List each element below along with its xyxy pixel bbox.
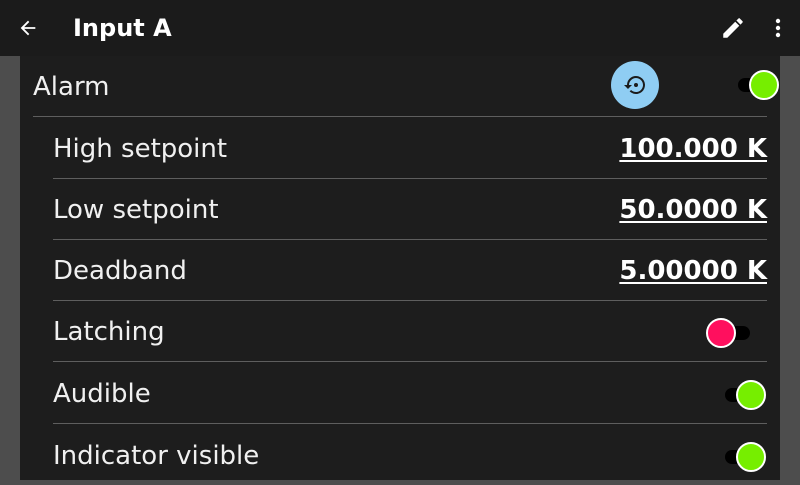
indicator-visible-label: Indicator visible (53, 441, 260, 471)
arrow-left-icon (20, 20, 36, 36)
low-setpoint-label: Low setpoint (53, 195, 219, 225)
alarm-settings-panel: Alarm High setpoint 100.000 K Low setpoi… (20, 56, 780, 480)
setting-row-high-setpoint[interactable]: High setpoint 100.000 K (53, 117, 767, 179)
toggle-knob (749, 70, 779, 100)
setting-row-deadband[interactable]: Deadband 5.00000 K (53, 239, 767, 301)
audible-label: Audible (53, 379, 151, 409)
setting-row-indicator-visible: Indicator visible (53, 424, 767, 485)
pencil-icon (723, 18, 743, 38)
app-bar: Input A (0, 0, 800, 56)
alarm-row: Alarm (33, 56, 779, 117)
reset-alarm-button[interactable] (611, 61, 659, 109)
setting-row-low-setpoint[interactable]: Low setpoint 50.0000 K (53, 178, 767, 240)
page-title: Input A (73, 14, 172, 42)
high-setpoint-value[interactable]: 100.000 K (619, 132, 767, 166)
setting-row-latching: Latching (53, 300, 767, 362)
edit-button[interactable] (719, 14, 747, 42)
low-setpoint-value[interactable]: 50.0000 K (619, 193, 767, 227)
deadband-value[interactable]: 5.00000 K (619, 254, 767, 288)
back-button[interactable] (14, 14, 42, 42)
indicator-visible-toggle[interactable] (713, 440, 767, 474)
toggle-knob (736, 442, 766, 472)
latching-toggle[interactable] (706, 316, 760, 350)
toggle-knob (706, 318, 736, 348)
alarm-toggle[interactable] (726, 68, 780, 102)
high-setpoint-label: High setpoint (53, 134, 228, 164)
toggle-knob (736, 380, 766, 410)
latching-label: Latching (53, 317, 165, 347)
audible-toggle[interactable] (713, 378, 767, 412)
deadband-label: Deadband (53, 256, 187, 286)
more-vert-icon (775, 18, 781, 38)
more-options-button[interactable] (766, 14, 790, 42)
restore-history-icon (624, 76, 645, 94)
setting-row-audible: Audible (53, 362, 767, 424)
alarm-label: Alarm (33, 72, 110, 102)
